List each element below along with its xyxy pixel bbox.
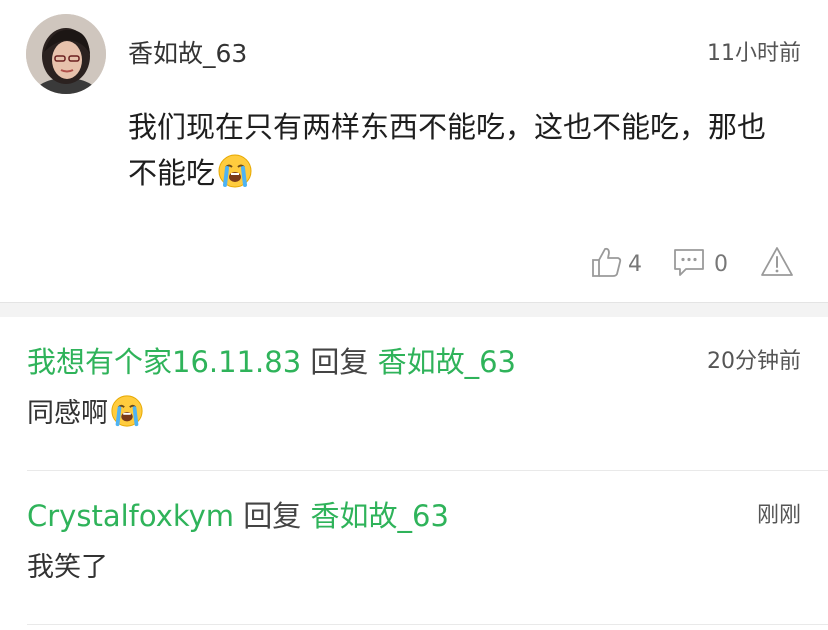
- main-comment: 香如故_63 11小时前 我们现在只有两样东西不能吃，这也不能吃，那也不能吃 4: [0, 0, 828, 302]
- reply-time: 20分钟前: [707, 349, 801, 374]
- username[interactable]: 香如故_63: [128, 38, 247, 70]
- comment-text: 我们现在只有两样东西不能吃，这也不能吃，那也不能吃: [128, 104, 788, 202]
- reply-author[interactable]: 我想有个家16.11.83: [27, 345, 301, 379]
- reply-text: 同感啊: [27, 394, 144, 440]
- thumbs-up-icon: [590, 245, 624, 283]
- crying-emoji-icon: [110, 394, 144, 440]
- like-count: 4: [628, 251, 642, 277]
- avatar[interactable]: [26, 14, 106, 94]
- reply-target[interactable]: 香如故_63: [311, 499, 449, 533]
- reply-author[interactable]: Crystalfoxkym: [27, 499, 234, 533]
- reply-label: 回复: [243, 499, 302, 533]
- warning-icon: [760, 245, 794, 283]
- avatar-image: [26, 14, 106, 94]
- comment-time: 11小时前: [707, 41, 801, 66]
- reply-item: Crystalfoxkym 回复 香如故_63 刚刚 我笑了: [0, 496, 828, 616]
- reply-text-content: 同感啊: [27, 398, 108, 429]
- section-separator: [0, 302, 828, 317]
- reply-text: 我笑了: [27, 552, 108, 583]
- comment-bubble-icon: [672, 245, 706, 283]
- divider: [27, 624, 828, 625]
- reply-time: 刚刚: [756, 503, 801, 528]
- crying-emoji-icon: [217, 153, 253, 202]
- comment-count: 0: [714, 251, 728, 277]
- reply-target[interactable]: 香如故_63: [378, 345, 516, 379]
- reply-header: Crystalfoxkym 回复 香如故_63: [27, 496, 449, 536]
- divider: [27, 470, 828, 471]
- reply-item: 我想有个家16.11.83 回复 香如故_63 20分钟前 同感啊: [0, 342, 828, 470]
- like-button[interactable]: 4: [590, 244, 642, 284]
- reply-header: 我想有个家16.11.83 回复 香如故_63: [27, 342, 516, 382]
- reply-label: 回复: [310, 345, 369, 379]
- comment-actions: 4 0: [0, 244, 828, 284]
- reply-button[interactable]: 0: [672, 244, 728, 284]
- report-button[interactable]: [760, 244, 794, 284]
